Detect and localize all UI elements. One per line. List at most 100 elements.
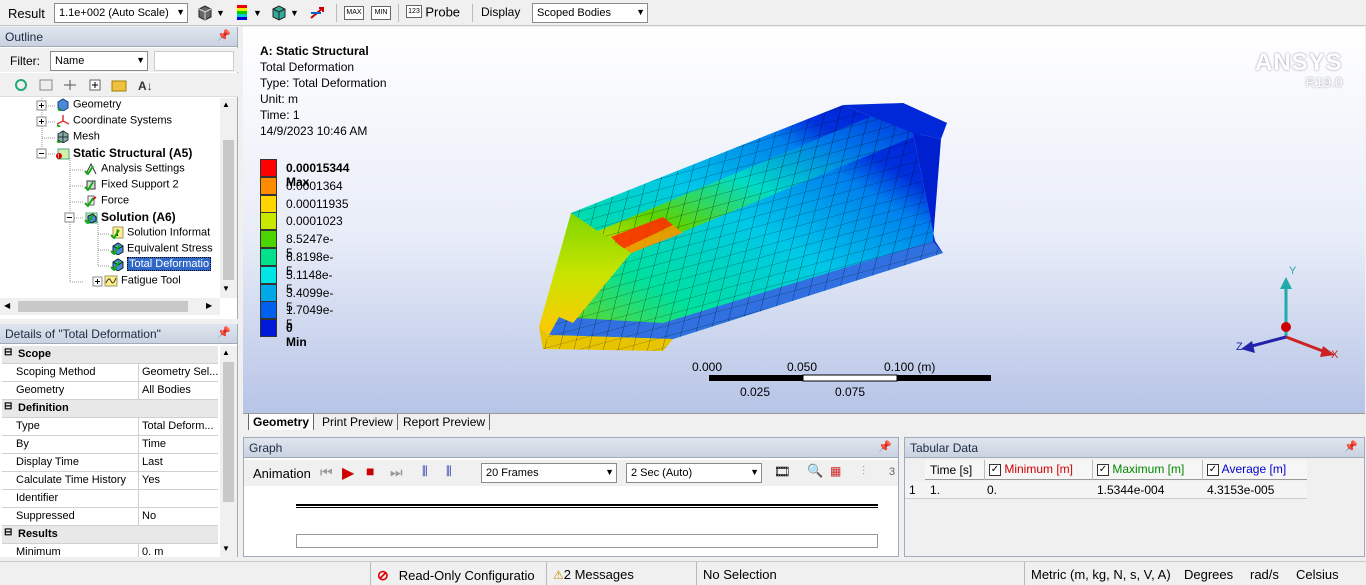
checkbox-icon[interactable]: ✓ bbox=[1097, 463, 1109, 476]
result-sets-icon[interactable]: ⫼ bbox=[446, 464, 452, 479]
details-row-value[interactable]: No bbox=[138, 508, 218, 525]
max-label-button[interactable]: MAX bbox=[344, 6, 364, 20]
scroll-down-icon[interactable]: ▼ bbox=[222, 284, 230, 293]
tool-number: 3 bbox=[889, 466, 896, 478]
details-row[interactable]: Minimum 0. m bbox=[2, 544, 218, 557]
tab-geometry[interactable]: Geometry bbox=[248, 414, 315, 430]
details-row-value[interactable]: Yes bbox=[138, 472, 218, 489]
table-row[interactable]: 1 1. 0. 1.5344e-004 4.3153e-005 bbox=[905, 481, 1307, 499]
pin-icon[interactable]: 📌 bbox=[217, 29, 231, 42]
tree-item-force[interactable]: Force bbox=[84, 194, 129, 210]
display-select[interactable]: Scoped Bodies ▼ bbox=[532, 3, 648, 23]
stop-icon[interactable]: ■ bbox=[366, 463, 374, 479]
details-row-value[interactable]: Geometry Sel... bbox=[138, 364, 218, 381]
status-units[interactable]: Metric (m, kg, N, s, V, A) bbox=[1024, 562, 1176, 585]
filter-text-input[interactable] bbox=[154, 51, 234, 71]
tree-item-total-deformation[interactable]: Total Deformatio bbox=[110, 257, 212, 274]
scale-select[interactable]: 1.1e+002 (Auto Scale) ▼ bbox=[54, 3, 188, 23]
status-temperature-unit[interactable]: Celsius bbox=[1290, 562, 1366, 585]
filter-select[interactable]: Name ▼ bbox=[50, 51, 148, 71]
details-row-value[interactable]: All Bodies bbox=[138, 382, 218, 399]
details-row[interactable]: Calculate Time History Yes bbox=[2, 472, 218, 490]
status-readonly[interactable]: ⊘ Read-Only Configuratio bbox=[370, 562, 546, 585]
tree-item-solution-information[interactable]: i Solution Informat bbox=[110, 226, 210, 242]
column-minimum[interactable]: ✓ Minimum [m] bbox=[985, 460, 1093, 480]
details-section-scope[interactable]: ⊟ Scope bbox=[2, 346, 218, 364]
details-row[interactable]: Suppressed No bbox=[2, 508, 218, 526]
geometry-view-button[interactable]: ▼ bbox=[196, 4, 228, 22]
details-row-value[interactable]: Time bbox=[138, 436, 218, 453]
pin-icon[interactable]: 📌 bbox=[1344, 440, 1358, 453]
scroll-up-icon[interactable]: ▲ bbox=[222, 100, 230, 109]
scroll-up-icon[interactable]: ▲ bbox=[222, 348, 230, 357]
probe-button[interactable]: 123 Probe bbox=[406, 4, 468, 22]
details-vscrollbar[interactable]: ▲ ▼ bbox=[220, 346, 237, 557]
graph-panel: Graph 📌 Animation ⏮ ▶ ■ ⏭ ⫼ ⫼ 20 Frames … bbox=[243, 437, 899, 557]
outline-hscrollbar[interactable]: ◀ ▶ bbox=[0, 298, 220, 315]
tree-item-static-structural[interactable]: ! Static Structural (A5) bbox=[56, 146, 192, 162]
details-section-definition[interactable]: ⊟ Definition bbox=[2, 400, 218, 418]
tree-item-fatigue-tool[interactable]: Fatigue Tool bbox=[104, 274, 181, 290]
duration-select[interactable]: 2 Sec (Auto) ▼ bbox=[626, 463, 762, 483]
play-icon[interactable]: ▶ bbox=[342, 463, 354, 483]
frames-select[interactable]: 20 Frames ▼ bbox=[481, 463, 617, 483]
checkbox-icon[interactable]: ✓ bbox=[1207, 463, 1219, 476]
tree-item-coordinate-systems[interactable]: Coordinate Systems bbox=[56, 114, 172, 130]
column-maximum[interactable]: ✓ Maximum [m] bbox=[1093, 460, 1203, 480]
outline-vscrollbar[interactable]: ▲ ▼ bbox=[220, 98, 237, 298]
tree-item-solution[interactable]: Solution (A6) bbox=[84, 210, 176, 226]
details-row[interactable]: Identifier bbox=[2, 490, 218, 508]
vector-button[interactable] bbox=[308, 4, 330, 22]
tab-print-preview[interactable]: Print Preview bbox=[318, 414, 398, 430]
details-row-value[interactable]: Total Deform... bbox=[138, 418, 218, 435]
zoom-icon[interactable]: 🔍 bbox=[807, 463, 823, 479]
tab-report-preview[interactable]: Report Preview bbox=[399, 414, 491, 430]
details-row[interactable]: Geometry All Bodies bbox=[2, 382, 218, 400]
details-section-results[interactable]: ⊟ Results bbox=[2, 526, 218, 544]
scroll-thumb[interactable] bbox=[223, 140, 234, 280]
details-row-name: Minimum bbox=[16, 546, 61, 557]
tree-item-equivalent-stress[interactable]: Equivalent Stress bbox=[110, 242, 213, 258]
column-average[interactable]: ✓ Average [m] bbox=[1203, 460, 1307, 480]
details-row-value[interactable] bbox=[138, 490, 218, 507]
details-row[interactable]: Type Total Deform... bbox=[2, 418, 218, 436]
previous-frame-icon[interactable]: ⏮ bbox=[320, 464, 333, 481]
min-label-button[interactable]: MIN bbox=[371, 6, 391, 20]
next-frame-icon[interactable]: ⏭ bbox=[390, 464, 403, 481]
graph-timeline[interactable] bbox=[296, 504, 878, 508]
frames-grid-icon[interactable]: ▦ bbox=[830, 464, 841, 478]
details-row-value[interactable]: Last bbox=[138, 454, 218, 471]
contour-button[interactable]: ▼ bbox=[234, 4, 266, 22]
details-row[interactable]: Display Time Last bbox=[2, 454, 218, 472]
tree-item-geometry[interactable]: Geometry bbox=[56, 98, 121, 114]
status-messages-text: 2 Messages bbox=[563, 567, 634, 582]
checkbox-icon[interactable]: ✓ bbox=[989, 463, 1001, 476]
model-render[interactable] bbox=[243, 27, 1365, 413]
scroll-down-icon[interactable]: ▼ bbox=[222, 544, 230, 553]
tree-item-mesh[interactable]: Mesh bbox=[56, 130, 100, 146]
details-row[interactable]: By Time bbox=[2, 436, 218, 454]
status-messages[interactable]: ⚠2 Messages bbox=[546, 562, 696, 585]
scroll-right-icon[interactable]: ▶ bbox=[206, 301, 212, 310]
column-time[interactable]: Time [s] bbox=[925, 460, 985, 480]
chart-icon[interactable]: ⫶ bbox=[862, 464, 865, 479]
export-video-icon[interactable]: 🎞 bbox=[774, 464, 791, 480]
pin-icon[interactable]: 📌 bbox=[217, 326, 231, 339]
edges-button[interactable]: ▼ bbox=[270, 4, 302, 22]
details-row[interactable]: Scoping Method Geometry Sel... bbox=[2, 364, 218, 382]
fatigue-tool-icon bbox=[104, 275, 118, 287]
status-angle-unit[interactable]: Degrees bbox=[1178, 562, 1246, 585]
tree-item-analysis-settings[interactable]: Analysis Settings bbox=[84, 162, 185, 178]
distributed-frames-icon[interactable]: ⫼ bbox=[422, 464, 428, 479]
details-row-value[interactable]: 0. m bbox=[138, 544, 218, 557]
scroll-thumb[interactable] bbox=[223, 362, 234, 502]
status-rate-unit[interactable]: rad/s bbox=[1244, 562, 1290, 585]
collapse-icon[interactable]: ⊟ bbox=[4, 401, 12, 412]
tree-item-fixed-support[interactable]: Fixed Support 2 bbox=[84, 178, 179, 194]
collapse-icon[interactable]: ⊟ bbox=[4, 347, 12, 358]
collapse-icon[interactable]: ⊟ bbox=[4, 527, 12, 538]
pin-icon[interactable]: 📌 bbox=[878, 440, 892, 453]
scroll-thumb[interactable] bbox=[18, 301, 188, 312]
graph-timebar[interactable] bbox=[296, 534, 878, 548]
scroll-left-icon[interactable]: ◀ bbox=[4, 301, 10, 310]
